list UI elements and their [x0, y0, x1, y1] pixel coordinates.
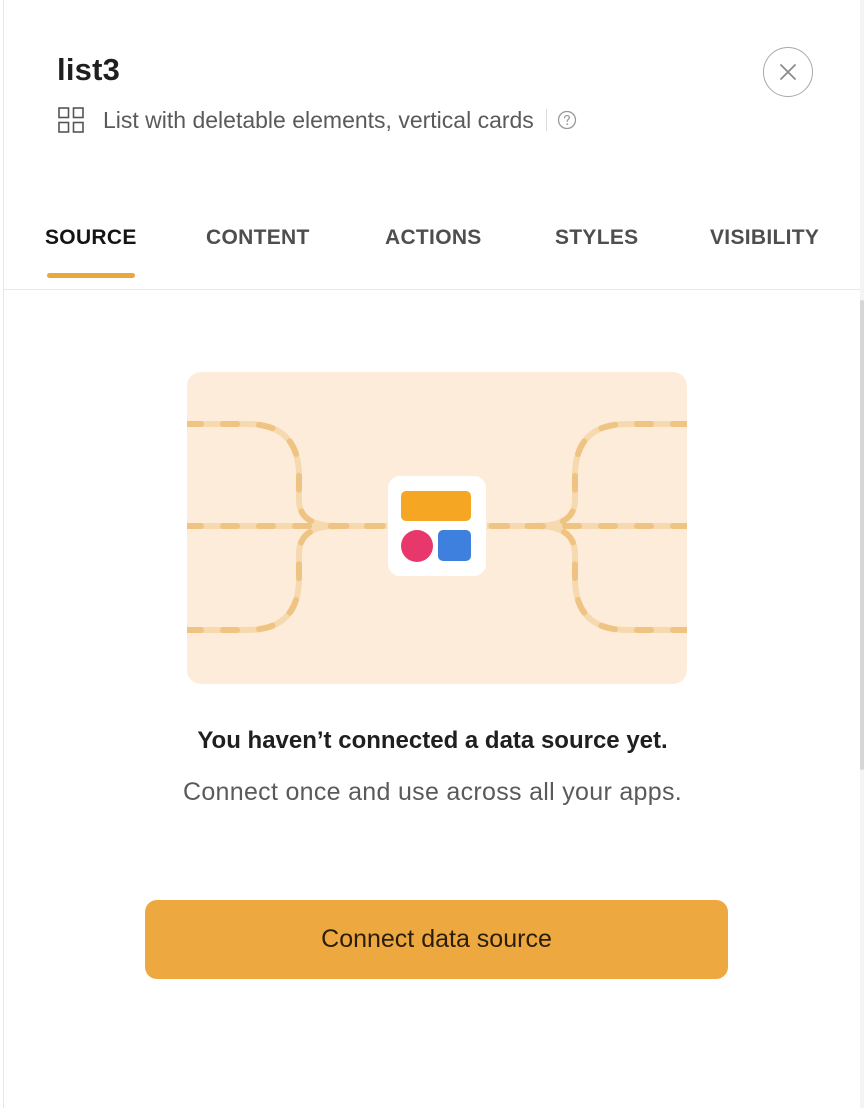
tab-actions[interactable]: ACTIONS	[385, 226, 482, 250]
component-type-label: List with deletable elements, vertical c…	[103, 106, 534, 133]
scrollbar[interactable]	[860, 0, 864, 1108]
active-tab-indicator	[47, 273, 135, 278]
connect-data-source-button[interactable]: Connect data source	[145, 900, 728, 979]
tab-source[interactable]: SOURCE	[45, 226, 137, 250]
close-button[interactable]	[763, 47, 813, 97]
empty-state-title: You haven’t connected a data source yet.	[197, 727, 668, 754]
tab-styles[interactable]: STYLES	[555, 226, 638, 250]
data-source-illustration	[187, 372, 687, 684]
tab-content[interactable]: CONTENT	[206, 226, 310, 250]
data-source-app-icon	[388, 476, 486, 576]
close-icon	[780, 64, 796, 80]
properties-panel: list3 List with deletable elements, vert…	[3, 0, 861, 1108]
grid-icon	[58, 107, 84, 133]
tab-bar: SOURCE CONTENT ACTIONS STYLES VISIBILITY	[4, 200, 861, 290]
subtitle-divider	[545, 109, 547, 131]
page-title: list3	[57, 52, 121, 87]
tab-visibility[interactable]: VISIBILITY	[710, 226, 819, 250]
scrollbar-thumb[interactable]	[860, 300, 864, 770]
empty-state-subtitle: Connect once and use across all your app…	[182, 778, 682, 806]
question-circle-icon[interactable]	[557, 110, 577, 130]
component-type-row: List with deletable elements, vertical c…	[57, 104, 577, 136]
